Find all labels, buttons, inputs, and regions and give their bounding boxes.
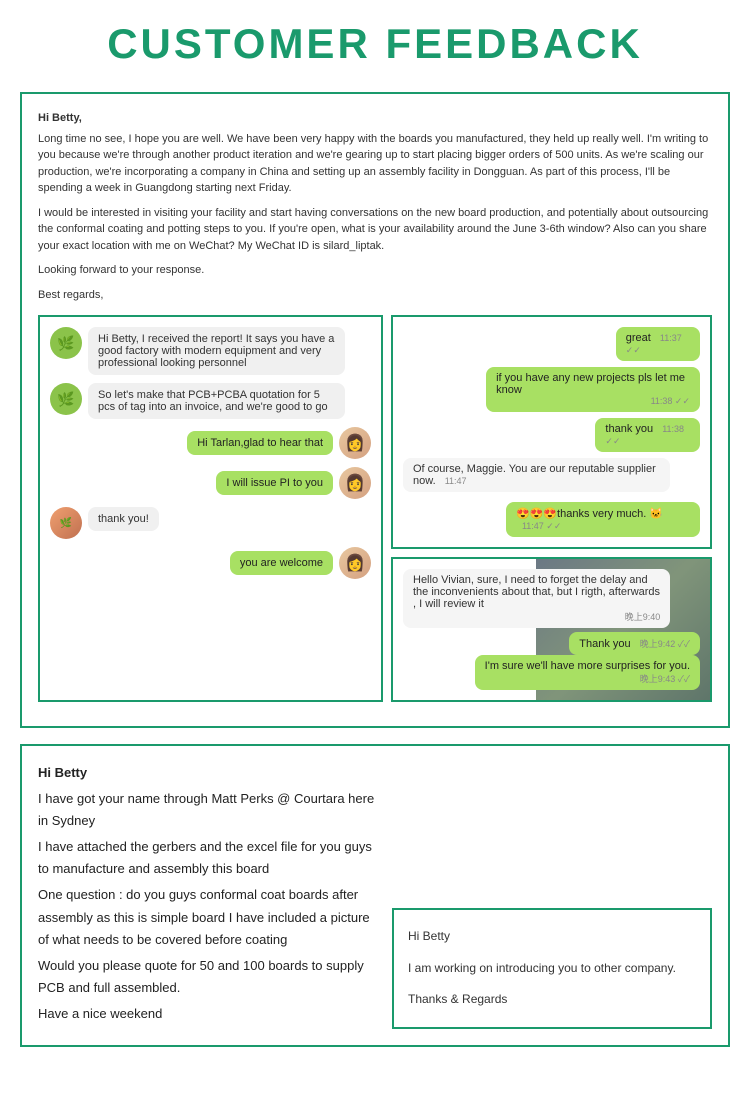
bottom-bubble-2: Thank you 晚上9:42 ✓✓ — [569, 632, 700, 655]
chat-msg-2: 🌿 So let's make that PCB+PCBA quotation … — [50, 383, 371, 419]
chat-panel-right-top: great 11:37 ✓✓ if you have any new proje… — [391, 315, 712, 549]
bottom-msg-1: Hello Vivian, sure, I need to forget the… — [403, 569, 700, 628]
bottom-line5: Would you please quote for 50 and 100 bo… — [38, 955, 376, 999]
chat-right-wrapper: great 11:37 ✓✓ if you have any new proje… — [391, 315, 712, 702]
right-msg-4: Of course, Maggie. You are our reputable… — [403, 458, 700, 492]
right-msg-3-content: thank you 11:38 ✓✓ — [584, 418, 700, 452]
avatar-6: 👩 — [339, 547, 371, 579]
right-bubble-2: if you have any new projects pls let me … — [486, 367, 700, 412]
chat-panel-right-bottom: Hello Vivian, sure, I need to forget the… — [391, 557, 712, 702]
email-closing: Best regards, — [38, 287, 712, 304]
bottom-line1: Hi Betty — [38, 762, 376, 784]
right-msg-3: thank you 11:38 ✓✓ — [403, 418, 700, 452]
page-title: CUSTOMER FEEDBACK — [20, 20, 730, 68]
bottom-msg-2: Thank you 晚上9:42 ✓✓ — [403, 632, 700, 655]
right-bubble-5: 😍😍😍thanks very much. 🐱 11:47 ✓✓ — [506, 502, 700, 537]
bottom-inset-card: Hi Betty I am working on introducing you… — [392, 908, 712, 1029]
chat-bottom-content: Hello Vivian, sure, I need to forget the… — [403, 569, 700, 690]
chat-bubble-6: you are welcome — [230, 551, 333, 575]
right-bubble-1: great 11:37 ✓✓ — [616, 327, 700, 361]
right-msg-5-content: 😍😍😍thanks very much. 🐱 11:47 ✓✓ — [484, 502, 700, 537]
chat-bubble-4: I will issue PI to you — [216, 471, 333, 495]
right-msg-1: great 11:37 ✓✓ — [403, 327, 700, 361]
bottom-line4: One question : do you guys conformal coa… — [38, 884, 376, 950]
chat-panel-left: 🌿 Hi Betty, I received the report! It sa… — [38, 315, 383, 702]
right-bubble-4: Of course, Maggie. You are our reputable… — [403, 458, 670, 492]
email-greeting: Hi Betty, — [38, 110, 712, 127]
bottom-msg-3: I'm sure we'll have more surprises for y… — [403, 655, 700, 690]
email-paragraph1: Long time no see, I hope you are well. W… — [38, 131, 712, 197]
email-paragraph2: I would be interested in visiting your f… — [38, 205, 712, 255]
right-msg-4-content: Of course, Maggie. You are our reputable… — [403, 458, 700, 492]
chat-panels: 🌿 Hi Betty, I received the report! It sa… — [38, 315, 712, 702]
right-msg-2: if you have any new projects pls let me … — [403, 367, 700, 412]
chat-bubble-3: Hi Tarlan,glad to hear that — [187, 431, 333, 455]
email-paragraph3: Looking forward to your response. — [38, 262, 712, 279]
chat-msg-4: I will issue PI to you 👩 — [50, 467, 371, 499]
bottom-line6: Have a nice weekend — [38, 1003, 376, 1025]
right-chat-top: great 11:37 ✓✓ if you have any new proje… — [403, 327, 700, 537]
right-bubble-3: thank you 11:38 ✓✓ — [595, 418, 700, 452]
chat-bubble-5: thank you! — [88, 507, 159, 531]
bottom-bubble-1: Hello Vivian, sure, I need to forget the… — [403, 569, 670, 628]
bottom-section: Hi Betty I have got your name through Ma… — [20, 744, 730, 1047]
avatar-1: 🌿 — [50, 327, 82, 359]
chat-msg-5: 🌿 thank you! — [50, 507, 371, 539]
bottom-line3: I have attached the gerbers and the exce… — [38, 836, 376, 880]
right-msg-5: 😍😍😍thanks very much. 🐱 11:47 ✓✓ — [403, 502, 700, 537]
avatar-4: 👩 — [339, 467, 371, 499]
card-line2: I am working on introducing you to other… — [408, 958, 696, 980]
bottom-bubble-3: I'm sure we'll have more surprises for y… — [475, 655, 700, 690]
avatar-5: 🌿 — [50, 507, 82, 539]
chat-msg-1: 🌿 Hi Betty, I received the report! It sa… — [50, 327, 371, 375]
top-email-container: Hi Betty, Long time no see, I hope you a… — [20, 92, 730, 728]
avatar-3: 👩 — [339, 427, 371, 459]
bottom-email-text: Hi Betty I have got your name through Ma… — [38, 762, 392, 1029]
avatar-2: 🌿 — [50, 383, 82, 415]
card-line1: Hi Betty — [408, 926, 696, 948]
email-section: Hi Betty, Long time no see, I hope you a… — [38, 110, 712, 303]
right-msg-1-content: great 11:37 ✓✓ — [606, 327, 700, 361]
right-msg-2-content: if you have any new projects pls let me … — [462, 367, 700, 412]
chat-bubble-1: Hi Betty, I received the report! It says… — [88, 327, 345, 375]
bottom-content-wrapper: Hi Betty I have got your name through Ma… — [38, 762, 712, 1029]
bottom-line2: I have got your name through Matt Perks … — [38, 788, 376, 832]
chat-bubble-2: So let's make that PCB+PCBA quotation fo… — [88, 383, 345, 419]
chat-msg-3: Hi Tarlan,glad to hear that 👩 — [50, 427, 371, 459]
chat-msg-6: you are welcome 👩 — [50, 547, 371, 579]
card-line3: Thanks & Regards — [408, 989, 696, 1011]
